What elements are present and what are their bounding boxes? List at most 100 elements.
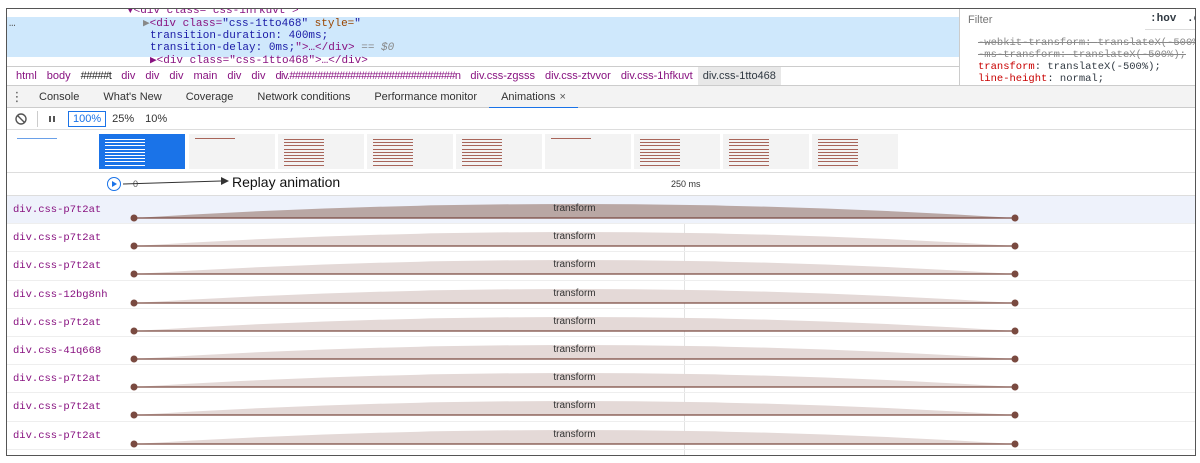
animation-group-preview-selected[interactable] (99, 134, 185, 169)
preview-line (462, 164, 502, 166)
breadcrumb-item[interactable]: div.css-ztvvor (540, 67, 616, 85)
css-declaration[interactable]: line-height: normal; (978, 73, 1104, 85)
hov-toggle[interactable]: :hov (1150, 13, 1176, 25)
breadcrumb-item-current[interactable]: div.css-1tto468 (697, 67, 781, 85)
dom-node-next[interactable]: ▶<div class="css-1tto468">…</div> (150, 55, 368, 66)
close-icon[interactable]: × (559, 91, 565, 103)
breadcrumb-item[interactable]: main (188, 67, 222, 85)
breadcrumb-item[interactable]: html (11, 67, 42, 85)
dom-node-parent[interactable]: ▼<div class="css-1hfkuvt"> (127, 9, 299, 17)
start-keyframe-handle[interactable] (130, 214, 138, 222)
dom-ellipsis[interactable]: … (9, 18, 16, 30)
animation-row[interactable]: div.css-p7t2at transform (7, 365, 1195, 394)
start-keyframe-handle[interactable] (130, 411, 138, 419)
animation-row[interactable]: div.css-p7t2at transform (7, 252, 1195, 281)
tab-performance-monitor[interactable]: Performance monitor (362, 86, 489, 108)
breadcrumb-item[interactable]: div.css-zgsss (465, 67, 540, 85)
dom-node-parent-text: ▼<div class="css-1hfkuvt"> (127, 9, 299, 17)
styles-filter-input[interactable] (960, 9, 1145, 30)
css-declaration[interactable]: -webkit-transform: translateX(-500%); (978, 37, 1195, 49)
animation-group-preview[interactable] (723, 134, 809, 169)
animation-row[interactable]: div.css-p7t2at transform (7, 422, 1195, 450)
preview-line (284, 161, 324, 163)
tab-coverage[interactable]: Coverage (174, 86, 246, 108)
end-keyframe-handle[interactable] (1011, 383, 1019, 391)
animation-group-preview[interactable] (545, 134, 631, 169)
pause-icon[interactable] (44, 111, 60, 127)
animation-group-preview[interactable] (278, 134, 364, 169)
animation-row[interactable]: div.css-p7t2at transform (7, 224, 1195, 253)
cls-toggle[interactable]: .c (1187, 13, 1195, 25)
end-keyframe-handle[interactable] (1011, 242, 1019, 250)
css-value: translateX(-500%); (1047, 61, 1161, 73)
more-options-icon[interactable]: ⋮ (7, 86, 27, 108)
css-prop: transform (978, 61, 1035, 73)
breadcrumb-item[interactable]: body (42, 67, 76, 85)
tab-network-conditions[interactable]: Network conditions (245, 86, 362, 108)
tab-animations[interactable]: Animations × (489, 86, 578, 109)
breadcrumb-item[interactable]: div (246, 67, 270, 85)
animation-row[interactable]: div.css-p7t2at transform (7, 393, 1195, 422)
preview-line (462, 161, 502, 163)
start-keyframe-handle[interactable] (130, 383, 138, 391)
animation-group-preview[interactable] (456, 134, 542, 169)
breadcrumb-item[interactable]: div (164, 67, 188, 85)
devtools-window: ▼<div class="css-1hfkuvt"> … ▶<div class… (6, 8, 1196, 456)
end-keyframe-handle[interactable] (1011, 299, 1019, 307)
end-keyframe-handle[interactable] (1011, 214, 1019, 222)
tab-whats-new[interactable]: What's New (91, 86, 173, 108)
css-value: normal; (1059, 73, 1105, 85)
end-keyframe-handle[interactable] (1011, 411, 1019, 419)
tab-console[interactable]: Console (27, 86, 91, 108)
animation-group-preview[interactable] (11, 134, 97, 169)
animation-row[interactable]: div.css-12bg8nh transform (7, 281, 1195, 309)
breadcrumb-item-redacted[interactable]: div.##############################n (270, 67, 465, 85)
breadcrumb-item[interactable]: div (116, 67, 140, 85)
start-keyframe-handle[interactable] (130, 242, 138, 250)
css-declaration[interactable]: transform: translateX(-500%); (978, 61, 1161, 73)
animation-property-name: transform (553, 428, 596, 440)
start-keyframe-handle[interactable] (130, 270, 138, 278)
start-keyframe-handle[interactable] (130, 440, 138, 448)
dom-tag-open: <div class= (149, 18, 223, 30)
animation-group-preview[interactable] (634, 134, 720, 169)
preview-line (729, 155, 769, 156)
preview-line (373, 158, 413, 160)
preview-line (105, 139, 145, 140)
speed-25-button[interactable]: 25% (107, 111, 139, 127)
expand-triangle-icon[interactable]: ▶ (143, 18, 150, 30)
preview-line (373, 148, 413, 150)
preview-line (729, 161, 769, 163)
speed-10-button[interactable]: 10% (140, 111, 172, 127)
animation-row[interactable]: div.css-p7t2at transform (7, 309, 1195, 337)
breadcrumb-item-redacted[interactable]: #####t (76, 67, 117, 85)
end-keyframe-handle[interactable] (1011, 270, 1019, 278)
animation-row[interactable]: div.css-p7t2at transform (7, 196, 1195, 225)
start-keyframe-handle[interactable] (130, 327, 138, 335)
preview-line (729, 139, 769, 140)
dom-node-selected-open: ▶<div class="css-1tto468" style=" (143, 18, 361, 30)
animation-property-name: transform (553, 372, 596, 384)
css-declaration[interactable]: -ms-transform: translateX(-500%); (978, 49, 1186, 61)
speed-100-button[interactable]: 100% (68, 110, 107, 127)
preview-line (729, 142, 769, 144)
breadcrumb-item[interactable]: div.css-1hfkuvt (616, 67, 698, 85)
end-keyframe-handle[interactable] (1011, 440, 1019, 448)
animation-group-preview[interactable] (367, 134, 453, 169)
animation-group-preview[interactable] (189, 134, 275, 169)
preview-line (373, 139, 413, 140)
dom-style-attr: style= (308, 18, 355, 30)
animation-row[interactable]: div.css-41q668 transform (7, 337, 1195, 366)
breadcrumb-item[interactable]: div (140, 67, 164, 85)
animation-group-preview[interactable] (812, 134, 898, 169)
start-keyframe-handle[interactable] (130, 299, 138, 307)
preview-line (818, 164, 858, 166)
end-keyframe-handle[interactable] (1011, 327, 1019, 335)
preview-line (105, 164, 145, 166)
replay-annotation: Replay animation (232, 174, 341, 190)
breadcrumb-item[interactable]: div (222, 67, 246, 85)
preview-line (640, 151, 680, 153)
start-keyframe-handle[interactable] (130, 355, 138, 363)
clear-all-icon[interactable] (13, 111, 29, 127)
end-keyframe-handle[interactable] (1011, 355, 1019, 363)
